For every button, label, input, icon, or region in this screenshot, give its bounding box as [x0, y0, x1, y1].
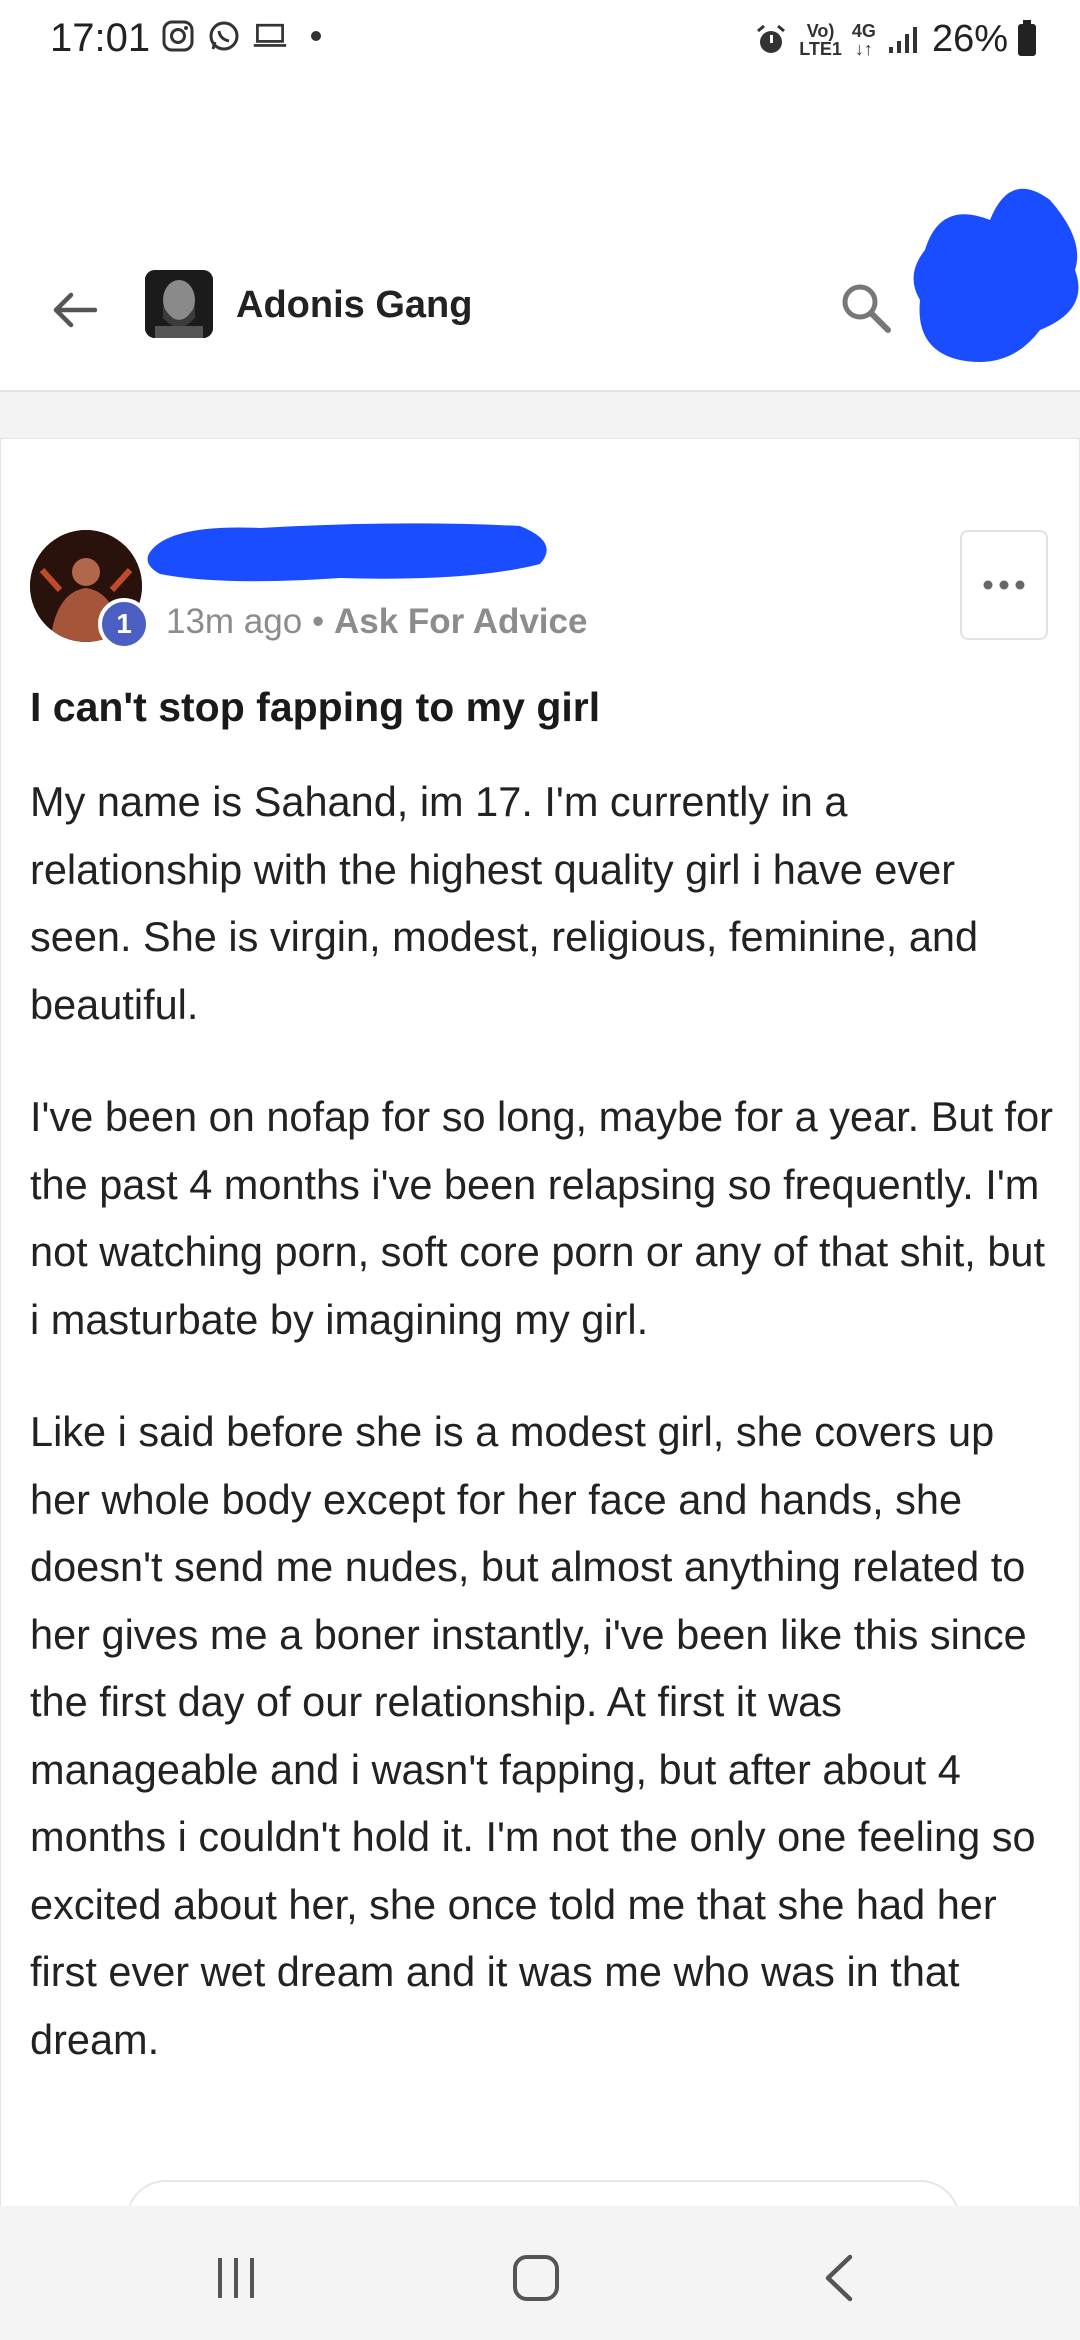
redaction-scribble-author: [147, 523, 547, 582]
status-bar: 17:01 Vo) LTE1 4G ↓↑ 26%: [0, 0, 1080, 84]
chevron-left-icon: [825, 2254, 853, 2302]
group-name[interactable]: Adonis Gang: [236, 284, 472, 327]
feed-spacer: [0, 392, 1080, 438]
more-horizontal-icon: [983, 580, 1025, 590]
recent-apps-icon: [218, 2258, 254, 2298]
status-time: 17:01: [50, 16, 151, 60]
post-paragraph: Like i said before she is a modest girl,…: [30, 1408, 1036, 2063]
instagram-icon: [160, 18, 196, 54]
home-icon: [513, 2255, 559, 2301]
post-meta: 13m ago • Ask For Advice: [166, 602, 587, 642]
lte-label: LTE1: [799, 38, 842, 59]
volte-label: Vo): [806, 20, 835, 41]
level-badge: 1: [98, 598, 150, 650]
laptop-icon: [252, 18, 288, 54]
more-options-button[interactable]: [960, 530, 1048, 640]
system-nav-bar: [0, 2206, 1080, 2340]
battery-percent: 26%: [931, 18, 1008, 60]
post-paragraph: I've been on nofap for so long, maybe fo…: [30, 1093, 1053, 1343]
redaction-scribble-top: [913, 188, 1079, 362]
whatsapp-icon: [206, 18, 242, 54]
search-button[interactable]: [836, 278, 896, 338]
network-label: Vo) LTE1: [799, 22, 842, 58]
dot-icon: [298, 18, 334, 54]
home-button[interactable]: [506, 2248, 566, 2308]
post-body: My name is Sahand, im 17. I'm currently …: [30, 768, 1060, 2118]
app-header: Adonis Gang: [0, 188, 1080, 390]
data-type-label: 4G ↓↑: [852, 22, 876, 58]
group-avatar[interactable]: [145, 270, 213, 338]
status-notification-icons: [160, 18, 334, 54]
search-icon: [842, 284, 891, 333]
data-arrows-icon: ↓↑: [854, 38, 873, 59]
back-button[interactable]: [44, 280, 104, 340]
recent-apps-button[interactable]: [206, 2248, 266, 2308]
battery-icon: [1018, 19, 1036, 56]
post-paragraph: My name is Sahand, im 17. I'm currently …: [30, 778, 979, 1028]
4g-label: 4G: [851, 20, 876, 41]
status-system-icons: Vo) LTE1 4G ↓↑ 26%: [753, 18, 1036, 61]
post-category[interactable]: Ask For Advice: [334, 602, 588, 641]
signal-icon: [886, 22, 922, 58]
arrow-left-icon: [53, 292, 97, 328]
nav-back-button[interactable]: [810, 2248, 870, 2308]
post-time: 13m ago: [166, 602, 303, 641]
meta-separator: •: [311, 602, 325, 641]
alarm-icon: [753, 22, 789, 58]
post-title: I can't stop fapping to my girl: [30, 684, 601, 730]
